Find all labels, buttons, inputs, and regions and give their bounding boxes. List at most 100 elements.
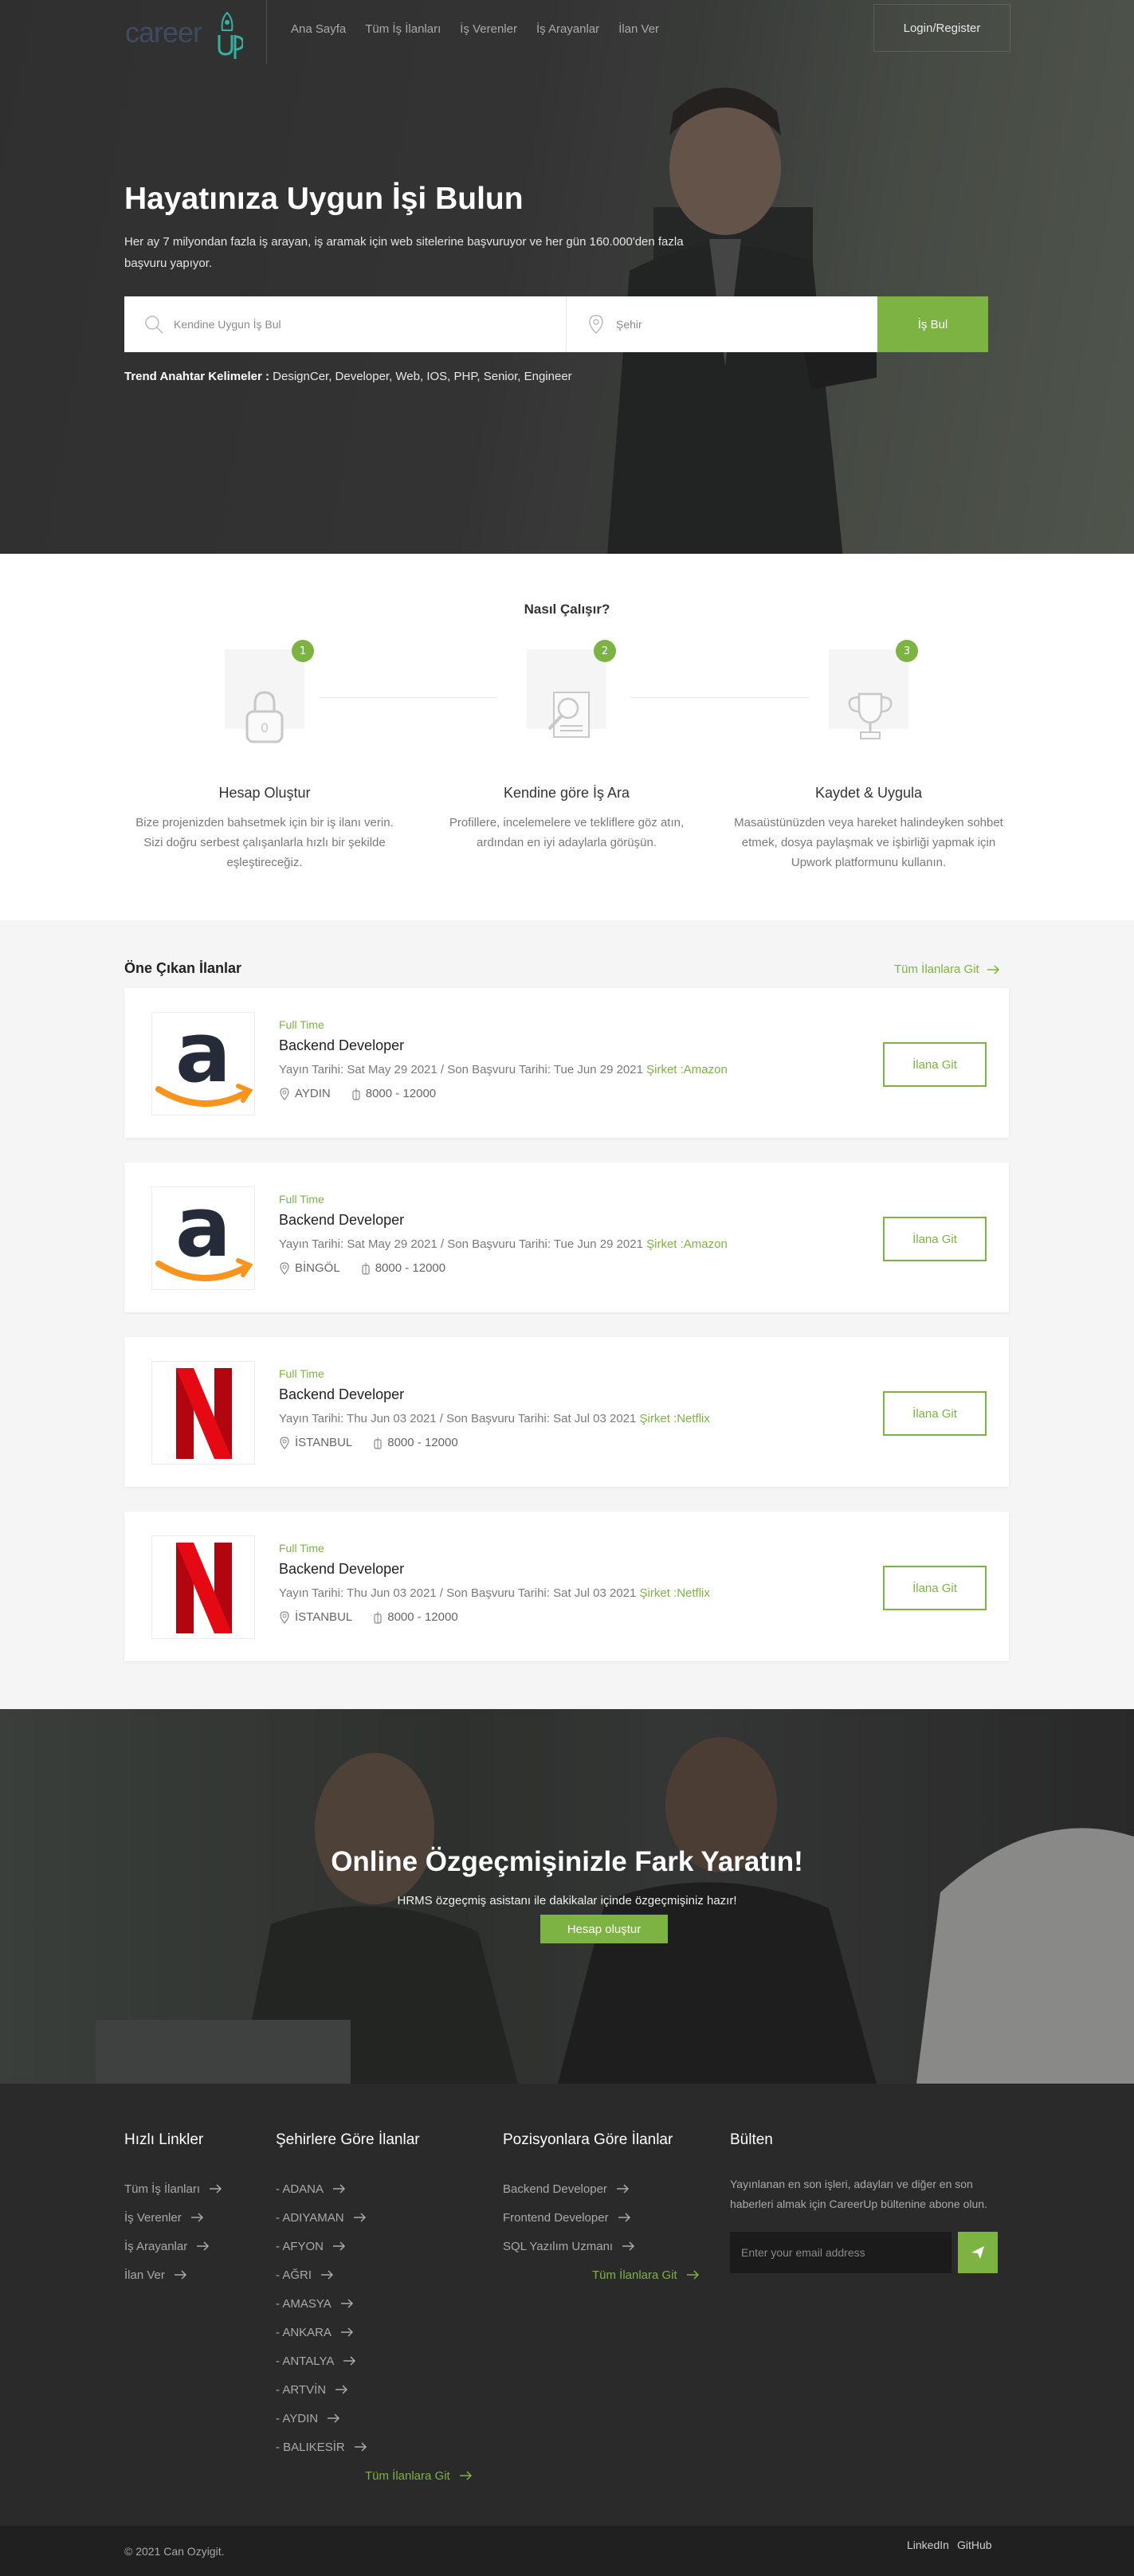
arrow-right-icon — [328, 2413, 340, 2423]
step-description: Masaüstünüzden veya hareket halindeyken … — [734, 816, 1003, 869]
job-type: Full Time — [279, 1193, 324, 1206]
footer-bottom-bar: © 2021 Can Ozyigit. LinkedIn GitHub — [0, 2526, 1134, 2576]
arrow-right-icon — [987, 964, 999, 974]
view-job-button[interactable]: İlana Git — [883, 1566, 987, 1610]
footer-city-link[interactable]: - AFYON — [276, 2232, 473, 2260]
careerup-logo[interactable]: career — [125, 8, 269, 59]
login-register-button[interactable]: Login/Register — [873, 4, 1010, 52]
hero-title: Hayatınıza Uygun İşi Bulun — [124, 182, 524, 216]
arrow-right-icon — [335, 2385, 348, 2394]
job-location: AYDIN — [279, 1087, 331, 1100]
how-it-works-title: Nasıl Çalışır? — [524, 602, 610, 617]
step-number: 3 — [896, 640, 918, 662]
arrow-right-icon — [333, 2241, 346, 2251]
amazon-logo: a — [151, 1186, 255, 1290]
hero-subtitle: Her ay 7 milyondan fazla iş arayan, iş a… — [124, 235, 684, 270]
menu-home[interactable]: Ana Sayfa — [291, 22, 346, 36]
footer-city-link[interactable]: - AYDIN — [276, 2404, 473, 2433]
money-icon — [374, 1611, 382, 1624]
arrow-right-icon — [354, 2442, 367, 2452]
job-title[interactable]: Backend Developer — [279, 1212, 404, 1229]
footer-quick-links: Hızlı Linkler Tüm İş İlanları İş Verenle… — [124, 2131, 222, 2289]
footer-city-link[interactable]: - AĞRI — [276, 2260, 473, 2289]
money-icon — [362, 1262, 370, 1275]
view-job-button[interactable]: İlana Git — [883, 1391, 987, 1436]
arrow-right-icon — [174, 2270, 186, 2280]
footer-link[interactable]: Tüm İş İlanları — [124, 2174, 222, 2203]
find-job-button[interactable]: İş Bul — [877, 296, 988, 352]
arrow-right-icon — [622, 2241, 635, 2251]
location-pin-icon — [589, 315, 603, 335]
footer-link[interactable]: İş Arayanlar — [124, 2232, 222, 2260]
job-type: Full Time — [279, 1542, 324, 1555]
job-card: Full Time Backend Developer Yayın Tarihi… — [124, 1337, 1009, 1487]
create-account-button[interactable]: Hesap oluştur — [540, 1915, 668, 1943]
menu-all-jobs[interactable]: Tüm İş İlanları — [365, 22, 441, 36]
arrow-right-icon — [321, 2270, 334, 2280]
keyword-search-input[interactable] — [174, 296, 556, 352]
newsletter-subscribe-button[interactable] — [958, 2232, 998, 2273]
footer-positions-all-link[interactable]: Tüm İlanlara Git — [503, 2260, 700, 2289]
city-input[interactable] — [616, 296, 871, 352]
view-job-button[interactable]: İlana Git — [883, 1217, 987, 1261]
amazon-logo: a — [151, 1012, 255, 1115]
job-title[interactable]: Backend Developer — [279, 1561, 404, 1578]
footer-city-link[interactable]: - ANTALYA — [276, 2347, 473, 2375]
job-salary: 8000 - 12000 — [373, 1436, 458, 1449]
footer-link[interactable]: İlan Ver — [124, 2260, 222, 2289]
search-icon — [145, 316, 163, 334]
footer-position-link[interactable]: Backend Developer — [503, 2174, 700, 2203]
job-salary: 8000 - 12000 — [351, 1087, 436, 1100]
job-type: Full Time — [279, 1367, 324, 1380]
arrow-right-icon — [616, 2184, 629, 2194]
step-number: 1 — [292, 640, 314, 662]
job-title[interactable]: Backend Developer — [279, 1386, 404, 1403]
footer-heading: Pozisyonlara Göre İlanlar — [503, 2131, 673, 2148]
step-description: Profillere, incelemelere ve tekliflere g… — [449, 816, 685, 849]
view-job-button[interactable]: İlana Git — [883, 1042, 987, 1087]
top-navigation: career Ana Sayfa Tüm İş İlanları İş Vere… — [0, 0, 1134, 64]
arrow-right-icon — [197, 2241, 210, 2251]
arrow-right-icon — [341, 2327, 354, 2337]
footer-city-link[interactable]: - ANKARA — [276, 2318, 473, 2347]
site-footer: Hızlı Linkler Tüm İş İlanları İş Verenle… — [0, 2084, 1134, 2526]
footer-cities-all-link[interactable]: Tüm İlanlara Git — [276, 2461, 473, 2490]
footer-heading: Bülten — [730, 2131, 773, 2148]
trending-keywords: Trend Anahtar Kelimeler : DesignCer, Dev… — [124, 370, 572, 383]
job-location: İSTANBUL — [279, 1436, 352, 1449]
footer-newsletter: Bülten Yayınlanan en son işleri, adaylar… — [730, 2131, 1009, 2273]
job-card: a Full Time Backend Developer Yayın Tari… — [124, 988, 1009, 1138]
trending-label: Trend Anahtar Kelimeler : — [124, 370, 269, 383]
arrow-right-icon — [333, 2184, 346, 2194]
arrow-right-icon — [459, 2471, 472, 2480]
menu-employers[interactable]: İş Verenler — [460, 22, 517, 36]
footer-position-link[interactable]: SQL Yazılım Uzmanı — [503, 2232, 700, 2260]
location-pin-icon — [280, 1610, 289, 1624]
footer-city-link[interactable]: - ADIYAMAN — [276, 2203, 473, 2232]
footer-link[interactable]: İş Verenler — [124, 2203, 222, 2232]
menu-job-seekers[interactable]: İş Arayanlar — [536, 22, 599, 36]
job-title[interactable]: Backend Developer — [279, 1037, 404, 1054]
job-company: Şirket :Netflix — [639, 1586, 710, 1600]
menu-post-job[interactable]: İlan Ver — [618, 22, 659, 36]
trending-keyword-list[interactable]: DesignCer, Developer, Web, IOS, PHP, Sen… — [273, 370, 571, 383]
footer-city-link[interactable]: - AMASYA — [276, 2289, 473, 2318]
job-company: Şirket :Amazon — [646, 1063, 728, 1076]
footer-city-link[interactable]: - BALIKESİR — [276, 2433, 473, 2461]
footer-position-link[interactable]: Frontend Developer — [503, 2203, 700, 2232]
linkedin-link[interactable]: LinkedIn — [907, 2539, 949, 2551]
github-link[interactable]: GitHub — [957, 2539, 992, 2551]
footer-city-link[interactable]: - ADANA — [276, 2174, 473, 2203]
trophy-icon — [848, 692, 893, 739]
all-jobs-link[interactable]: Tüm İlanlara Git — [894, 963, 1000, 976]
footer-city-links: Şehirlere Göre İlanlar - ADANA - ADIYAMA… — [276, 2131, 473, 2490]
location-pin-icon — [280, 1087, 289, 1100]
footer-city-link[interactable]: - ARTVİN — [276, 2375, 473, 2404]
rocket-up-logo-mark — [218, 11, 243, 59]
job-card: Full Time Backend Developer Yayın Tarihi… — [124, 1511, 1009, 1661]
job-card: a Full Time Backend Developer Yayın Tari… — [124, 1163, 1009, 1312]
newsletter-email-input[interactable] — [730, 2232, 952, 2273]
job-location: İSTANBUL — [279, 1610, 352, 1624]
step-title: Kendine göre İş Ara — [503, 785, 630, 801]
footer-position-links: Pozisyonlara Göre İlanlar Backend Develo… — [503, 2131, 700, 2289]
